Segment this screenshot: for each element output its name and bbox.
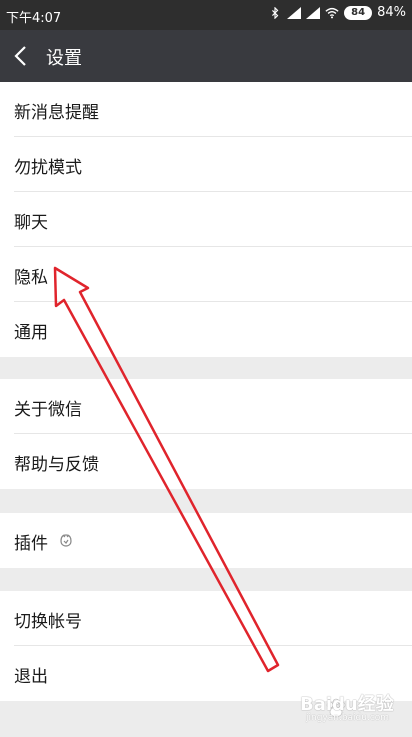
settings-item-help-feedback[interactable]: 帮助与反馈 bbox=[0, 434, 412, 489]
settings-item-chat[interactable]: 聊天 bbox=[0, 192, 412, 247]
battery-icon: 84 bbox=[344, 5, 373, 20]
settings-group-4: 切换帐号 退出 bbox=[0, 591, 412, 701]
settings-item-label: 聊天 bbox=[14, 213, 48, 233]
bluetooth-icon bbox=[272, 6, 279, 19]
battery-percent: 84% bbox=[377, 5, 406, 20]
settings-item-label: 通用 bbox=[14, 323, 48, 343]
settings-item-do-not-disturb[interactable]: 勿扰模式 bbox=[0, 137, 412, 192]
page-title: 设置 bbox=[46, 48, 82, 69]
status-icons: 84 84% bbox=[268, 5, 406, 20]
settings-group-1: 新消息提醒 勿扰模式 聊天 隐私 通用 bbox=[0, 82, 412, 357]
nav-bar: 设置 bbox=[0, 30, 412, 82]
settings-item-privacy[interactable]: 隐私 bbox=[0, 247, 412, 302]
settings-item-label: 切换帐号 bbox=[14, 612, 82, 632]
status-time: 下午4:07 bbox=[6, 11, 62, 26]
settings-item-label: 插件 bbox=[14, 534, 48, 554]
settings-item-label: 勿扰模式 bbox=[14, 158, 82, 178]
settings-item-label: 隐私 bbox=[14, 268, 48, 288]
settings-item-label: 新消息提醒 bbox=[14, 103, 99, 123]
settings-group-3: 插件 bbox=[0, 513, 412, 568]
settings-item-plugins[interactable]: 插件 bbox=[0, 513, 412, 568]
signal-icon bbox=[287, 6, 302, 19]
settings-item-label: 帮助与反馈 bbox=[14, 455, 99, 475]
plugin-icon bbox=[60, 534, 72, 547]
settings-item-new-message-alerts[interactable]: 新消息提醒 bbox=[0, 82, 412, 137]
status-bar: 下午4:07 84 84% bbox=[0, 0, 412, 30]
settings-item-label: 关于微信 bbox=[14, 400, 82, 420]
settings-item-label: 退出 bbox=[14, 667, 48, 687]
settings-item-about-wechat[interactable]: 关于微信 bbox=[0, 379, 412, 434]
watermark-url: jingyan.baidu.com bbox=[306, 713, 390, 723]
back-arrow-icon[interactable] bbox=[8, 42, 36, 70]
settings-group-2: 关于微信 帮助与反馈 bbox=[0, 379, 412, 489]
signal-icon-2 bbox=[306, 6, 321, 19]
wifi-icon bbox=[325, 7, 339, 18]
settings-item-switch-account[interactable]: 切换帐号 bbox=[0, 591, 412, 646]
settings-item-general[interactable]: 通用 bbox=[0, 302, 412, 357]
